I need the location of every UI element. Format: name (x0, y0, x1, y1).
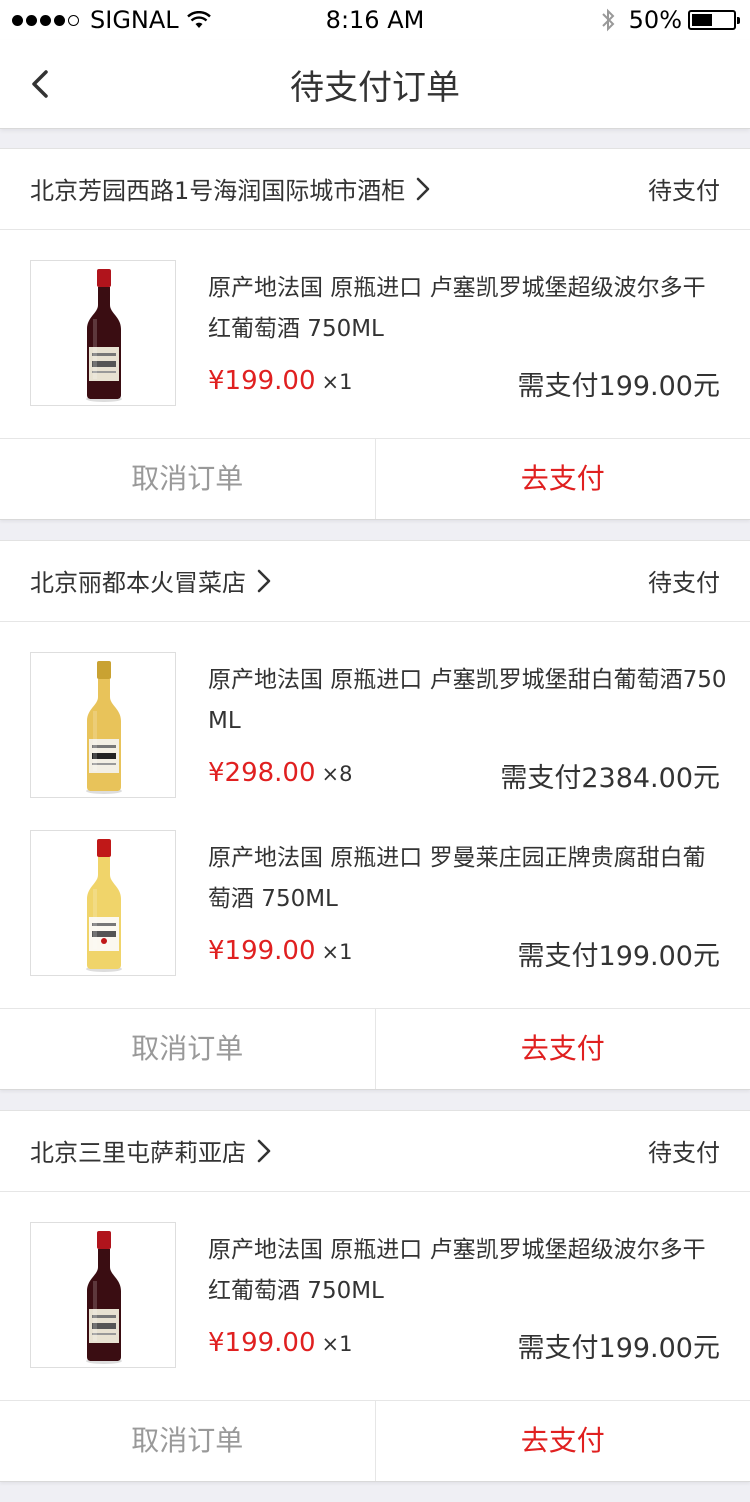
unit-price: ¥298.00 (208, 758, 316, 788)
battery-icon (688, 10, 736, 30)
navigation-bar: 待支付订单 (0, 40, 750, 129)
status-bar: SIGNAL 8:16 AM 50% (0, 0, 750, 40)
store-name: 北京三里屯萨莉亚店 (30, 1133, 246, 1168)
product-title: 原产地法国 原瓶进口 卢塞凯罗城堡超级波尔多干红葡萄酒 750ML (208, 268, 728, 350)
product-price-line: ¥298.00×8 (208, 758, 353, 788)
order-status-badge: 待支付 (648, 171, 720, 206)
store-header[interactable]: 北京丽都本火冒菜店 待支付 (0, 541, 750, 622)
bluetooth-icon (601, 8, 615, 32)
order-item[interactable]: 原产地法国 原瓶进口 卢塞凯罗城堡超级波尔多干红葡萄酒 750ML ¥199.0… (0, 1192, 750, 1370)
order-items: 原产地法国 原瓶进口 卢塞凯罗城堡超级波尔多干红葡萄酒 750ML ¥199.0… (0, 230, 750, 438)
product-title: 原产地法国 原瓶进口 卢塞凯罗城堡超级波尔多干红葡萄酒 750ML (208, 1230, 728, 1312)
store-header[interactable]: 北京三里屯萨莉亚店 待支付 (0, 1111, 750, 1192)
order-items: 原产地法国 原瓶进口 卢塞凯罗城堡甜白葡萄酒750ML ¥298.00×8 需支… (0, 622, 750, 1008)
order-card: 北京丽都本火冒菜店 待支付 原产地法国 原瓶进口 卢塞凯罗城堡甜白葡萄酒750M… (0, 540, 750, 1090)
chevron-right-icon (256, 1138, 272, 1164)
order-item[interactable]: 原产地法国 原瓶进口 罗曼莱庄园正牌贵腐甜白葡萄酒 750ML ¥199.00×… (0, 800, 750, 978)
cancel-order-button[interactable]: 取消订单 (0, 1401, 376, 1481)
status-right: 50% (601, 6, 736, 34)
store-link[interactable]: 北京芳园西路1号海润国际城市酒柜 (30, 171, 431, 206)
product-title: 原产地法国 原瓶进口 罗曼莱庄园正牌贵腐甜白葡萄酒 750ML (208, 838, 728, 920)
product-price-line: ¥199.00×1 (208, 366, 353, 396)
chevron-right-icon (256, 568, 272, 594)
amount-due: 需支付2384.00元 (500, 756, 720, 795)
store-name: 北京丽都本火冒菜店 (30, 563, 246, 598)
order-actions: 取消订单 去支付 (0, 1400, 750, 1481)
product-image[interactable] (30, 652, 176, 798)
product-price-line: ¥199.00×1 (208, 936, 353, 966)
quantity: ×8 (322, 762, 353, 786)
quantity: ×1 (322, 940, 353, 964)
product-image[interactable] (30, 830, 176, 976)
chevron-right-icon (415, 176, 431, 202)
store-header[interactable]: 北京芳园西路1号海润国际城市酒柜 待支付 (0, 149, 750, 230)
cancel-order-button[interactable]: 取消订单 (0, 439, 376, 519)
product-image[interactable] (30, 1222, 176, 1368)
product-title: 原产地法国 原瓶进口 卢塞凯罗城堡甜白葡萄酒750ML (208, 660, 728, 742)
pay-button[interactable]: 去支付 (376, 1401, 750, 1481)
order-actions: 取消订单 去支付 (0, 438, 750, 519)
store-link[interactable]: 北京丽都本火冒菜店 (30, 563, 272, 598)
amount-due: 需支付199.00元 (518, 1326, 720, 1365)
order-card: 北京三里屯萨莉亚店 待支付 原产地法国 原瓶进口 卢塞凯罗城堡超级波尔多干红葡萄… (0, 1110, 750, 1482)
order-status-badge: 待支付 (648, 563, 720, 598)
cancel-order-button[interactable]: 取消订单 (0, 1009, 376, 1089)
product-price-line: ¥199.00×1 (208, 1328, 353, 1358)
quantity: ×1 (322, 1332, 353, 1356)
store-link[interactable]: 北京三里屯萨莉亚店 (30, 1133, 272, 1168)
order-item[interactable]: 原产地法国 原瓶进口 卢塞凯罗城堡甜白葡萄酒750ML ¥298.00×8 需支… (0, 622, 750, 800)
order-item[interactable]: 原产地法国 原瓶进口 卢塞凯罗城堡超级波尔多干红葡萄酒 750ML ¥199.0… (0, 230, 750, 408)
quantity: ×1 (322, 370, 353, 394)
unit-price: ¥199.00 (208, 936, 316, 966)
unit-price: ¥199.00 (208, 366, 316, 396)
order-list: 北京芳园西路1号海润国际城市酒柜 待支付 原产地法国 原瓶进口 卢塞凯罗城堡超级… (0, 148, 750, 1502)
page-title: 待支付订单 (0, 60, 750, 109)
order-items: 原产地法国 原瓶进口 卢塞凯罗城堡超级波尔多干红葡萄酒 750ML ¥199.0… (0, 1192, 750, 1400)
store-name: 北京芳园西路1号海润国际城市酒柜 (30, 171, 405, 206)
amount-due: 需支付199.00元 (518, 934, 720, 973)
order-status-badge: 待支付 (648, 1133, 720, 1168)
product-image[interactable] (30, 260, 176, 406)
order-card: 北京芳园西路1号海润国际城市酒柜 待支付 原产地法国 原瓶进口 卢塞凯罗城堡超级… (0, 148, 750, 520)
order-actions: 取消订单 去支付 (0, 1008, 750, 1089)
pay-button[interactable]: 去支付 (376, 1009, 750, 1089)
unit-price: ¥199.00 (208, 1328, 316, 1358)
amount-due: 需支付199.00元 (518, 364, 720, 403)
battery-percent: 50% (629, 6, 682, 34)
pay-button[interactable]: 去支付 (376, 439, 750, 519)
